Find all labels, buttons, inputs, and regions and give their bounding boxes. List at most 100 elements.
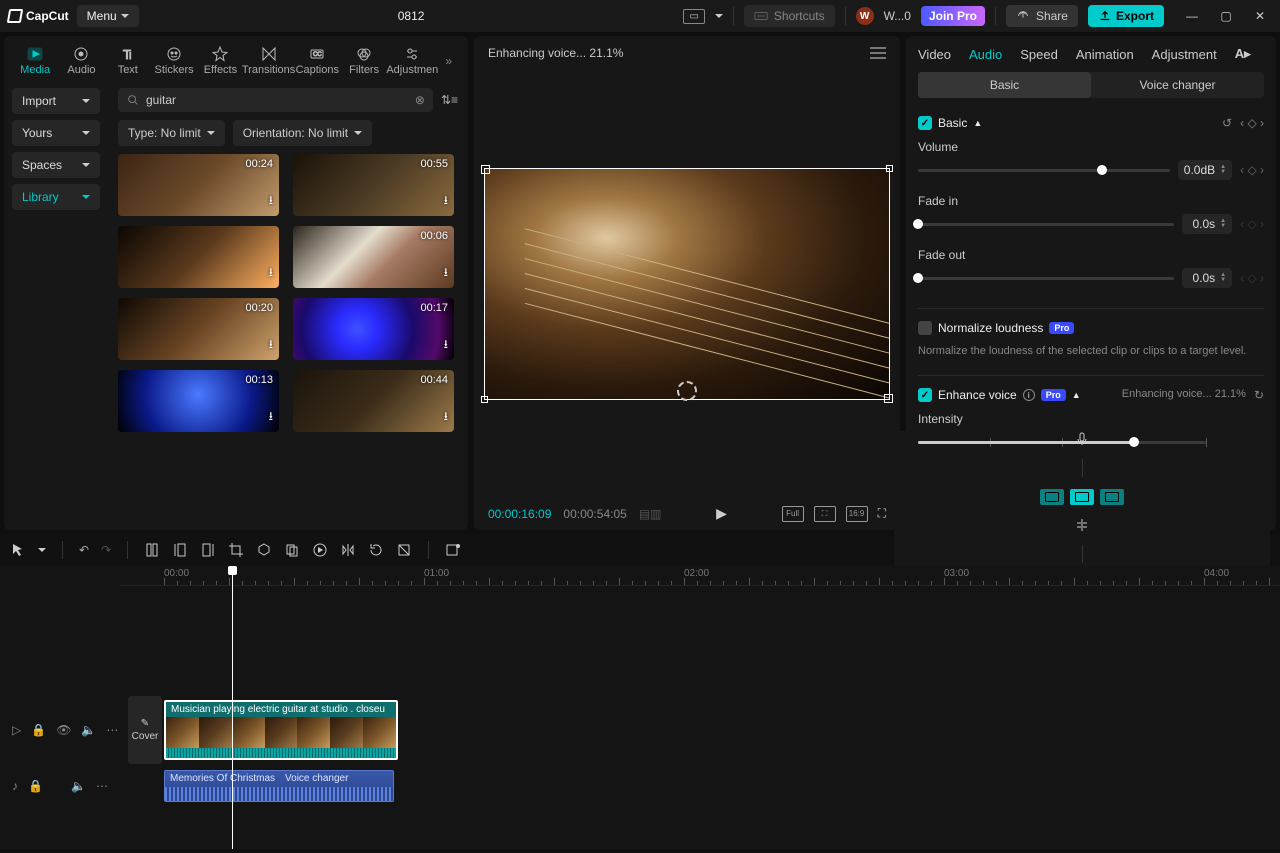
share-button[interactable]: Share — [1006, 5, 1078, 27]
download-icon[interactable]: ⭳ — [444, 263, 448, 284]
snap-mode-3[interactable] — [1100, 489, 1124, 505]
sidebar-library[interactable]: Library — [12, 184, 100, 210]
subtab-basic[interactable]: Basic — [918, 72, 1091, 98]
tab-audio[interactable]: Audio — [60, 42, 102, 80]
tab-media[interactable]: Media — [14, 42, 56, 80]
mask-tool[interactable] — [256, 542, 272, 558]
fadein-value[interactable]: 0.0s▲▼ — [1182, 214, 1232, 234]
cover-button[interactable]: ✎ Cover — [128, 696, 162, 764]
fadein-slider[interactable] — [918, 223, 1174, 226]
menu-button[interactable]: Menu — [77, 5, 139, 27]
tab-transitions[interactable]: Transitions — [246, 42, 292, 80]
track-mute-icon[interactable]: 🔈 — [81, 723, 96, 737]
panel-tab-speed[interactable]: Speed — [1020, 47, 1058, 62]
fullscreen-icon[interactable]: ⛶ — [878, 506, 886, 521]
reset-icon[interactable]: ↺ — [1222, 116, 1232, 130]
basic-checkbox[interactable]: ✓ — [918, 116, 932, 130]
search-input[interactable] — [146, 93, 409, 107]
window-minimize[interactable]: — — [1180, 9, 1204, 23]
window-close[interactable]: ✕ — [1248, 9, 1272, 23]
download-icon[interactable]: ⭳ — [269, 407, 273, 428]
track-lock-icon[interactable]: 🔒 — [31, 723, 46, 737]
download-icon[interactable]: ⭳ — [269, 191, 273, 212]
mirror-tool[interactable] — [340, 542, 356, 558]
tab-effects[interactable]: Effects — [199, 42, 241, 80]
panel-tab-ai[interactable]: A▸ — [1235, 46, 1251, 62]
tab-filters[interactable]: Filters — [343, 42, 385, 80]
window-maximize[interactable]: ▢ — [1214, 9, 1238, 23]
intensity-slider[interactable] — [918, 441, 1206, 444]
sidebar-yours[interactable]: Yours — [12, 120, 100, 146]
subtab-voice-changer[interactable]: Voice changer — [1091, 72, 1264, 98]
playhead[interactable] — [232, 566, 233, 849]
collapse-icon[interactable]: ▲ — [973, 118, 982, 128]
library-clip[interactable]: 00:20⭳ — [118, 298, 279, 360]
export-button[interactable]: Export — [1088, 5, 1164, 27]
fadeout-slider[interactable] — [918, 277, 1174, 280]
trim-right-tool[interactable] — [200, 542, 216, 558]
layout-icon[interactable]: ▭ — [683, 9, 704, 24]
crop-tool[interactable] — [228, 542, 244, 558]
track-more-icon[interactable]: ⋯ — [96, 779, 108, 793]
enhance-checkbox[interactable]: ✓ — [918, 388, 932, 402]
play-button[interactable]: ▶ — [716, 505, 727, 521]
download-icon[interactable]: ⭳ — [269, 263, 273, 284]
record-tool[interactable] — [445, 542, 461, 558]
library-clip[interactable]: 00:13⭳ — [118, 370, 279, 432]
filter-orientation[interactable]: Orientation: No limit — [233, 120, 372, 146]
retry-icon[interactable]: ↻ — [1254, 388, 1264, 402]
download-icon[interactable]: ⭳ — [444, 407, 448, 428]
library-clip[interactable]: 00:24⭳ — [118, 154, 279, 216]
reverse-tool[interactable] — [312, 542, 328, 558]
layout-dropdown[interactable] — [715, 14, 723, 18]
tab-captions[interactable]: CCCaptions — [296, 42, 339, 80]
undo-icon[interactable]: ↶ — [79, 543, 89, 557]
freeze-tool[interactable] — [396, 542, 412, 558]
download-icon[interactable]: ⭳ — [444, 335, 448, 356]
track-mute-icon[interactable]: 🔈 — [71, 779, 86, 793]
rotate-tool[interactable] — [368, 542, 384, 558]
align-tool[interactable] — [1074, 517, 1090, 533]
search-clear-icon[interactable]: ⊗ — [415, 93, 425, 107]
track-more-icon[interactable]: ⋯ — [106, 723, 118, 737]
timeline-ruler[interactable]: 00:00 01:00 02:00 03:00 04:00 — [120, 566, 1280, 586]
tab-stickers[interactable]: Stickers — [153, 42, 195, 80]
panel-tab-video[interactable]: Video — [918, 47, 951, 62]
filter-type[interactable]: Type: No limit — [118, 120, 225, 146]
volume-keyframe[interactable]: ‹ ◇ › — [1240, 163, 1264, 177]
track-visible-icon[interactable]: 👁 — [56, 723, 71, 737]
info-icon[interactable]: i — [1023, 389, 1035, 401]
split-tool[interactable] — [144, 542, 160, 558]
video-clip[interactable]: Musician playing electric guitar at stud… — [164, 700, 398, 760]
refresh-icon[interactable] — [677, 381, 697, 401]
library-clip[interactable]: 00:55⭳ — [293, 154, 454, 216]
join-pro-button[interactable]: Join Pro — [921, 6, 985, 26]
pointer-tool[interactable] — [10, 542, 26, 558]
trim-left-tool[interactable] — [172, 542, 188, 558]
full-button[interactable]: Full — [782, 506, 804, 522]
sort-icon[interactable]: ⇅≡ — [441, 93, 458, 107]
compare-icon[interactable]: ▤▥ — [639, 507, 662, 521]
track-audio-icon[interactable]: ♪ — [12, 779, 18, 793]
panel-tab-audio[interactable]: Audio — [969, 47, 1002, 62]
preview-frame[interactable] — [484, 168, 890, 400]
sidebar-spaces[interactable]: Spaces — [12, 152, 100, 178]
keyframe-nav[interactable]: ‹ ◇ › — [1240, 116, 1264, 130]
volume-value[interactable]: 0.0dB▲▼ — [1178, 160, 1232, 180]
library-clip[interactable]: 00:17⭳ — [293, 298, 454, 360]
library-clip[interactable]: ⭳ — [118, 226, 279, 288]
sidebar-import[interactable]: Import — [12, 88, 100, 114]
panel-tab-adjustment[interactable]: Adjustment — [1152, 47, 1217, 62]
audio-clip[interactable]: Memories Of Christmas Voice changer — [164, 770, 394, 802]
user-avatar[interactable]: W — [856, 7, 874, 25]
volume-slider[interactable] — [918, 169, 1170, 172]
snap-mode-2[interactable] — [1070, 489, 1094, 505]
shortcuts-button[interactable]: Shortcuts — [744, 5, 835, 27]
track-lock-icon[interactable]: 🔒 — [28, 779, 43, 793]
preview-menu-icon[interactable] — [870, 47, 886, 59]
track-type-icon[interactable]: ▷ — [12, 723, 21, 737]
nav-overflow-icon[interactable]: » — [439, 48, 458, 74]
fadeout-value[interactable]: 0.0s▲▼ — [1182, 268, 1232, 288]
scale-icon[interactable]: ⛶ — [814, 506, 836, 522]
tab-adjustment[interactable]: Adjustmen — [389, 42, 435, 80]
